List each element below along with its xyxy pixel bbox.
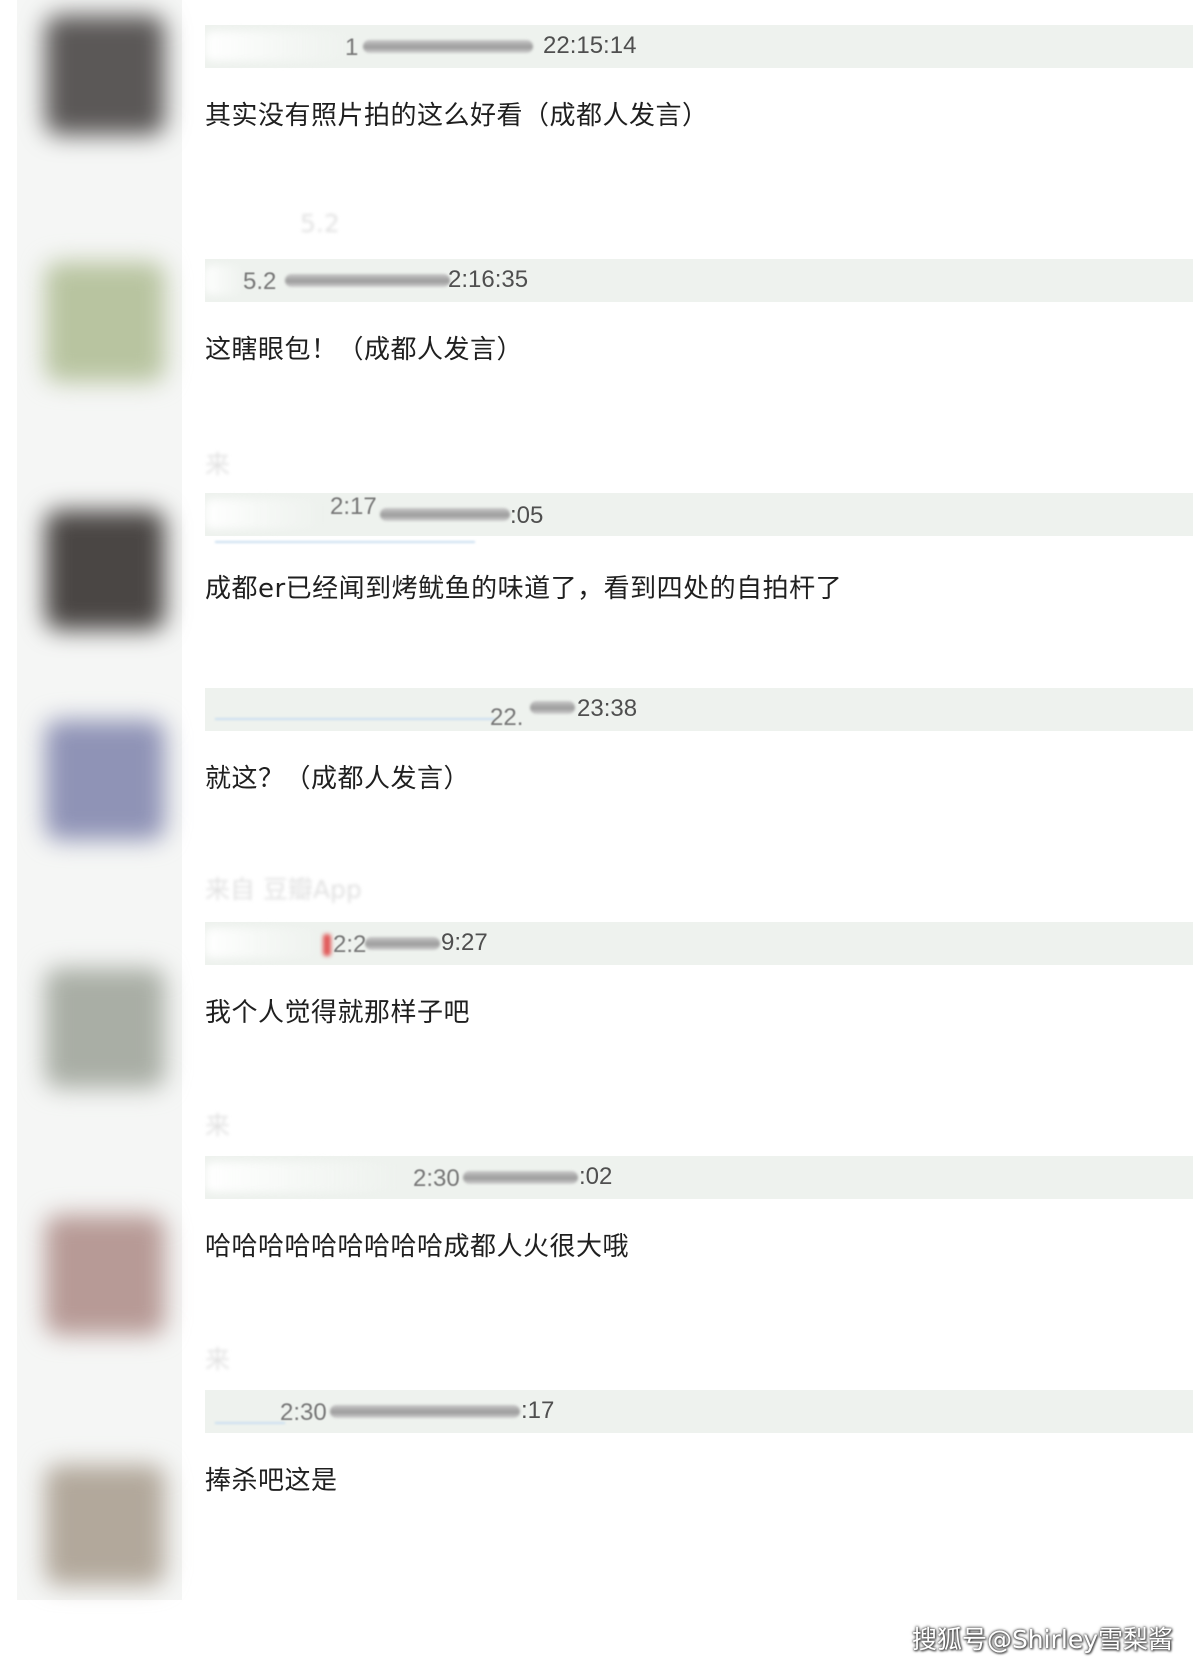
- timestamp-prefix: 1: [345, 34, 359, 61]
- avatar[interactable]: [45, 720, 165, 840]
- watermark: 搜狐号@Shirley雪梨酱: [911, 1625, 1173, 1654]
- comment-item: 1 22:15:14 其实没有照片拍的这么好看（成都人发言）: [205, 25, 1193, 265]
- source-label: 来: [205, 1345, 231, 1374]
- timestamp-prefix: 22.: [490, 704, 524, 731]
- comment-timestamp: :17: [521, 1397, 555, 1424]
- timestamp-prefix: 5.2: [243, 268, 277, 295]
- redacted-date: [463, 1171, 578, 1184]
- redacted-date: [285, 274, 450, 287]
- comment-meta-bar: 2:30 :17: [205, 1390, 1193, 1433]
- source-label: 5.2: [300, 209, 340, 238]
- comment-text: 捧杀吧这是: [205, 1466, 338, 1496]
- redacted-username: [205, 265, 245, 295]
- avatar[interactable]: [45, 262, 165, 382]
- comment-item: 来 2:30 :17 捧杀吧这是: [205, 1345, 1193, 1630]
- source-label: 来自 豆瓣App: [205, 875, 362, 904]
- redaction-smudge: [215, 541, 475, 543]
- redaction-smudge: [215, 718, 495, 720]
- timestamp-prefix: 2:17: [330, 493, 377, 520]
- comment-timestamp: 22:15:14: [543, 32, 637, 59]
- timestamp-prefix: 2:30: [280, 1399, 327, 1426]
- comment-timestamp: :05: [510, 502, 544, 529]
- comment-text: 哈哈哈哈哈哈哈哈哈成都人火很大哦: [205, 1232, 630, 1262]
- comment-timestamp: :02: [579, 1163, 613, 1190]
- redacted-username: [205, 31, 355, 61]
- redacted-username: [205, 928, 325, 958]
- comment-meta-bar: 22. 23:38: [205, 688, 1193, 731]
- source-label: 来: [205, 450, 231, 479]
- redaction-mark: [323, 934, 331, 956]
- avatar[interactable]: [45, 1465, 165, 1585]
- comment-timestamp: 23:38: [577, 695, 638, 722]
- redacted-username: [205, 1162, 405, 1192]
- redacted-date: [380, 508, 510, 521]
- redacted-date: [365, 937, 440, 950]
- avatar[interactable]: [45, 510, 165, 630]
- comment-item: 5.2 5.2 2:16:35 这瞎眼包！（成都人发言）: [205, 209, 1193, 499]
- redacted-date: [363, 40, 533, 53]
- timestamp-prefix: 2:30: [413, 1165, 460, 1192]
- comment-item: 来 2:30 :02 哈哈哈哈哈哈哈哈哈成都人火很大哦: [205, 1111, 1193, 1396]
- comment-text: 其实没有照片拍的这么好看（成都人发言）: [205, 101, 709, 131]
- comment-meta-bar: 5.2 2:16:35: [205, 259, 1193, 302]
- comment-thread-screenshot: 1 22:15:14 其实没有照片拍的这么好看（成都人发言） 5.2 5.2 2…: [0, 0, 1193, 1674]
- comment-meta-bar: 1 22:15:14: [205, 25, 1193, 68]
- comment-meta-bar: 2:2 9:27: [205, 922, 1193, 965]
- comment-text: 成都er已经闻到烤鱿鱼的味道了，看到四处的自拍杆了: [205, 574, 843, 604]
- comment-text: 这瞎眼包！（成都人发言）: [205, 335, 524, 365]
- avatar-column: [17, 0, 182, 1600]
- comment-timestamp: 2:16:35: [448, 266, 529, 293]
- timestamp-prefix: 2:2: [333, 931, 367, 958]
- comment-item: 来自 豆瓣App 2:2 9:27 我个人觉得就那样子吧: [205, 875, 1193, 1162]
- redacted-username: [205, 499, 325, 529]
- comment-meta-bar: 2:30 :02: [205, 1156, 1193, 1199]
- comment-meta-bar: 2:17 :05: [205, 493, 1193, 536]
- redaction-smudge: [215, 1422, 285, 1424]
- redacted-date: [530, 701, 575, 714]
- avatar[interactable]: [45, 968, 165, 1088]
- redacted-date: [330, 1405, 520, 1418]
- comment-text: 我个人觉得就那样子吧: [205, 998, 471, 1028]
- avatar[interactable]: [45, 1215, 165, 1335]
- comment-timestamp: 9:27: [441, 929, 488, 956]
- source-label: 来: [205, 1111, 231, 1140]
- avatar[interactable]: [45, 15, 165, 135]
- comment-text: 就这？（成都人发言）: [205, 764, 471, 794]
